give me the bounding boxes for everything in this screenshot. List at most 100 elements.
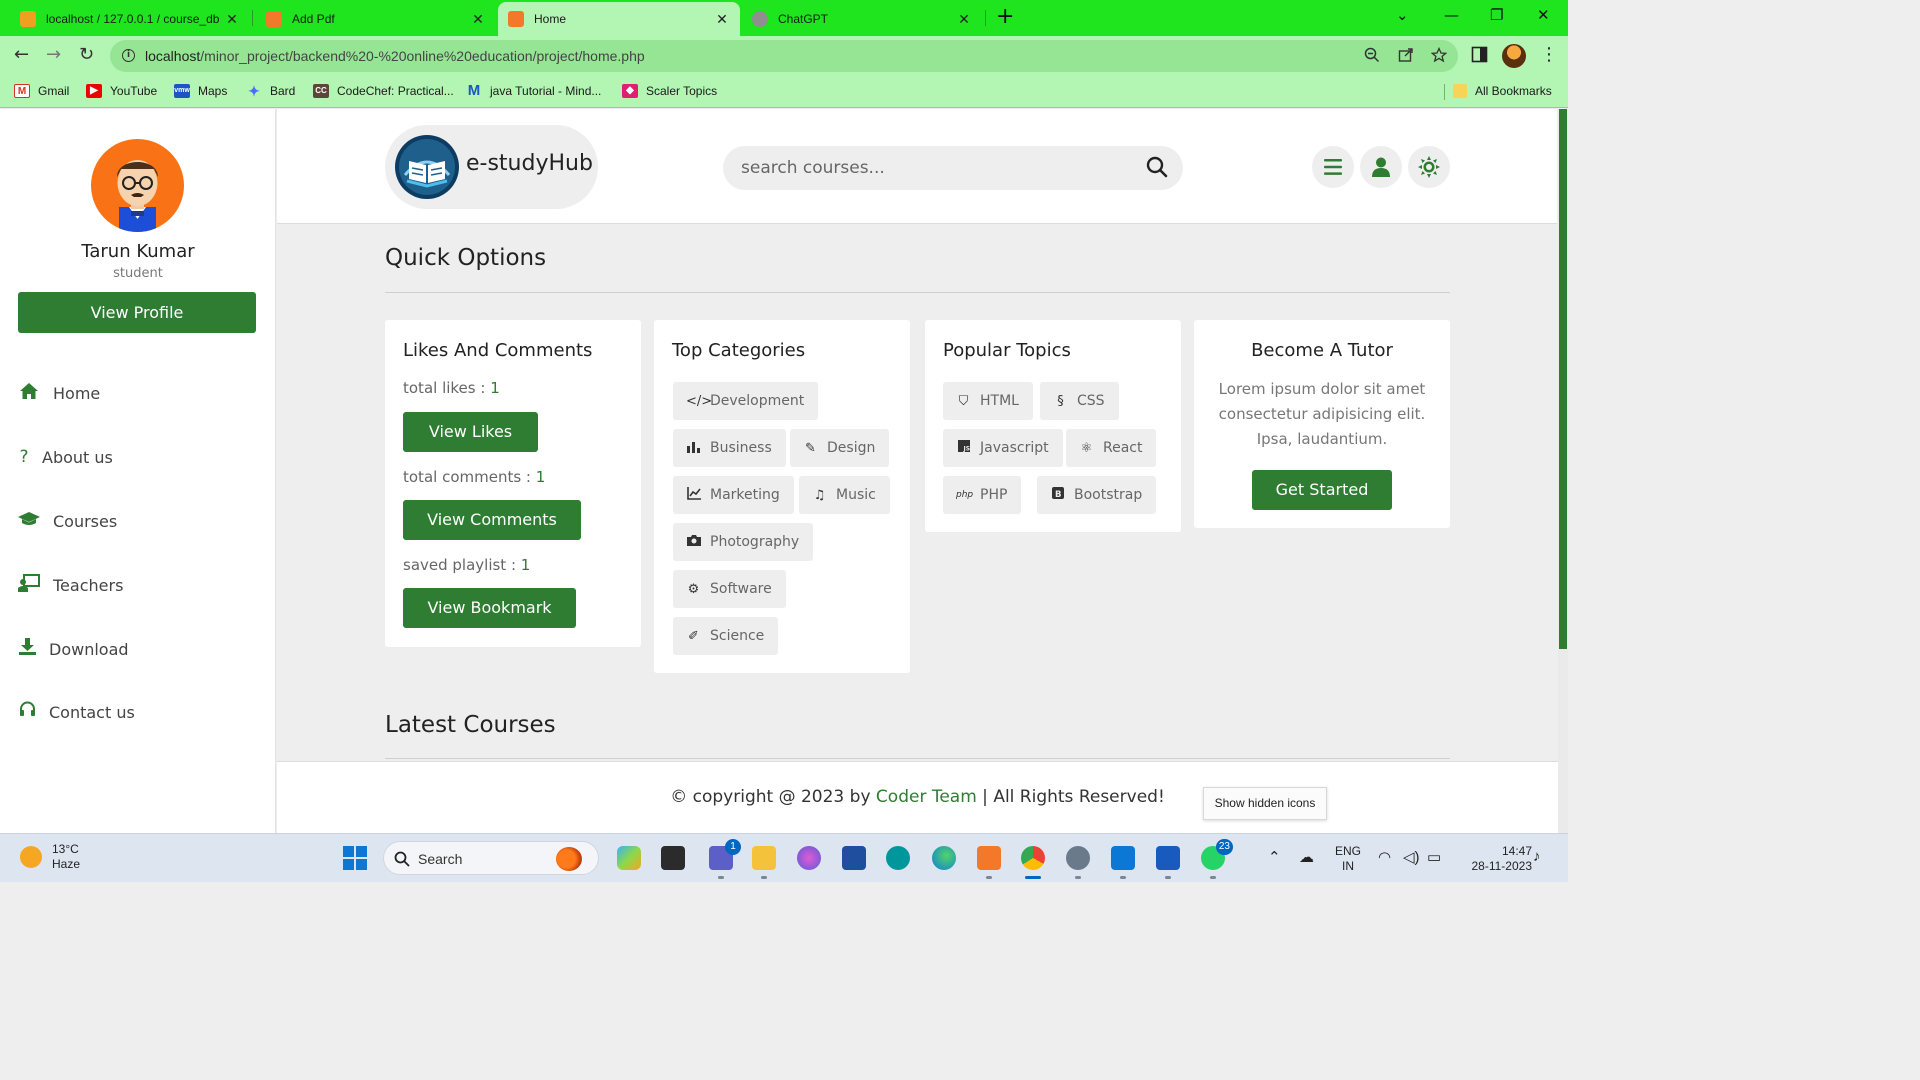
restore-icon[interactable]: ❐: [1490, 6, 1503, 24]
arduino-icon[interactable]: [886, 846, 910, 870]
taskbar-search[interactable]: Search: [383, 841, 599, 875]
sidebar-item-teachers[interactable]: Teachers: [18, 574, 123, 597]
bookmark-bard[interactable]: ✦ Bard: [246, 84, 295, 98]
minimize-icon[interactable]: —: [1444, 6, 1459, 24]
bookmark-star-icon[interactable]: [1431, 47, 1447, 63]
bookmark-gmail[interactable]: M Gmail: [14, 84, 69, 98]
share-icon[interactable]: [1398, 47, 1414, 63]
tab-search-chevron-icon[interactable]: ⌄: [1396, 6, 1409, 24]
view-likes-button[interactable]: View Likes: [403, 412, 538, 452]
url-text[interactable]: localhost/minor_project/backend%20-%20on…: [145, 48, 645, 64]
profile-avatar-icon[interactable]: [1502, 44, 1526, 68]
onedrive-cloud-icon[interactable]: ☁: [1299, 848, 1314, 866]
show-hidden-icons-chevron[interactable]: ⌃: [1268, 848, 1281, 866]
vscode-icon[interactable]: [1111, 846, 1135, 879]
app-icon[interactable]: [797, 846, 821, 870]
sidebar-item-courses[interactable]: Courses: [18, 511, 117, 532]
settings-icon[interactable]: [1066, 846, 1090, 879]
copilot-icon[interactable]: [617, 846, 641, 870]
language-indicator[interactable]: ENG IN: [1333, 844, 1363, 874]
scaler-icon: ◆: [622, 84, 638, 98]
topic-javascript[interactable]: JS Javascript: [943, 429, 1063, 467]
side-panel-icon[interactable]: [1471, 46, 1488, 63]
word-icon[interactable]: [1156, 846, 1180, 879]
wifi-icon[interactable]: ◠: [1378, 848, 1391, 866]
topic-react[interactable]: ⚛ React: [1066, 429, 1157, 467]
close-icon[interactable]: ✕: [224, 11, 240, 28]
page-scrollbar[interactable]: [1558, 109, 1568, 833]
close-icon[interactable]: ✕: [956, 11, 972, 28]
category-design[interactable]: ✎ Design: [790, 429, 890, 467]
category-marketing[interactable]: Marketing: [673, 476, 794, 514]
window-close-icon[interactable]: ✕: [1537, 6, 1550, 24]
all-bookmarks[interactable]: All Bookmarks: [1453, 84, 1552, 98]
comments-count: 1: [535, 468, 546, 486]
likes-comments-card: Likes And Comments total likes : 1 View …: [385, 320, 641, 647]
close-icon[interactable]: ✕: [470, 11, 486, 28]
forward-icon[interactable]: →: [46, 45, 61, 65]
search-icon[interactable]: [1145, 155, 1169, 179]
bookmark-youtube[interactable]: ▶ YouTube: [86, 84, 157, 98]
tab-add-pdf[interactable]: Add Pdf ✕: [256, 2, 496, 36]
terminal-icon[interactable]: [661, 846, 685, 870]
card-title: Likes And Comments: [403, 340, 593, 361]
search-input[interactable]: search courses...: [723, 146, 1183, 190]
volume-icon[interactable]: ◁): [1403, 848, 1420, 866]
css3-icon: §: [1057, 393, 1064, 409]
topic-bootstrap[interactable]: B Bootstrap: [1037, 476, 1157, 514]
whatsapp-icon[interactable]: 23: [1201, 839, 1233, 879]
category-software[interactable]: ⚙ Software: [673, 570, 786, 608]
site-logo[interactable]: e-studyHub: [385, 125, 598, 209]
address-bar[interactable]: i localhost/minor_project/backend%20-%20…: [110, 40, 1458, 72]
teams-icon[interactable]: 1: [709, 839, 741, 879]
bookmark-scaler[interactable]: ◆ Scaler Topics: [622, 84, 717, 98]
reload-icon[interactable]: ↻: [79, 45, 94, 65]
back-icon[interactable]: ←: [14, 45, 29, 65]
windows-start-icon[interactable]: [343, 846, 367, 870]
sidebar-item-home[interactable]: Home: [18, 383, 100, 404]
view-profile-button[interactable]: View Profile: [18, 292, 256, 333]
footer: © copyright @ 2023 by Coder Team | All R…: [277, 761, 1558, 833]
bookmark-maps[interactable]: vmw Maps: [174, 84, 227, 98]
user-icon: [1372, 157, 1390, 177]
get-started-button[interactable]: Get Started: [1252, 470, 1392, 510]
new-tab-button[interactable]: +: [996, 6, 1014, 28]
category-music[interactable]: ♫ Music: [799, 476, 890, 514]
notifications-bell-icon[interactable]: ♪: [1533, 848, 1541, 865]
user-button[interactable]: [1360, 146, 1402, 188]
category-science[interactable]: ✐ Science: [673, 617, 779, 655]
category-photography[interactable]: Photography: [673, 523, 814, 561]
view-comments-button[interactable]: View Comments: [403, 500, 581, 540]
topic-html[interactable]: ⛉ HTML: [943, 382, 1033, 420]
clock[interactable]: 14:47 28-11-2023: [1452, 844, 1533, 874]
xampp-icon[interactable]: [977, 846, 1001, 879]
zoom-icon[interactable]: [1364, 47, 1380, 63]
sidebar-item-download[interactable]: Download: [18, 638, 129, 660]
tab-chatgpt[interactable]: ChatGPT ✕: [742, 2, 982, 36]
close-icon[interactable]: ✕: [714, 11, 730, 28]
menu-button[interactable]: [1312, 146, 1354, 188]
site-info-icon[interactable]: i: [122, 49, 135, 62]
topic-php[interactable]: php PHP: [943, 476, 1022, 514]
category-business[interactable]: Business: [673, 429, 786, 467]
tab-home[interactable]: Home ✕: [498, 2, 740, 36]
chrome-icon[interactable]: [1021, 846, 1045, 879]
weather-widget[interactable]: 13°C Haze: [20, 842, 80, 872]
bookmark-codechef[interactable]: CC CodeChef: Practical...: [313, 84, 454, 98]
sidebar-item-contact[interactable]: Contact us: [18, 701, 135, 723]
tab-phpmyadmin[interactable]: localhost / 127.0.0.1 / course_db ✕: [10, 2, 250, 36]
file-explorer-icon[interactable]: [752, 846, 776, 879]
topic-css[interactable]: § CSS: [1040, 382, 1119, 420]
team-link[interactable]: Coder Team: [876, 787, 977, 807]
kebab-menu-icon[interactable]: ⋮: [1540, 44, 1558, 65]
theme-toggle-button[interactable]: [1408, 146, 1450, 188]
category-development[interactable]: </> Development: [673, 382, 819, 420]
scrollbar-thumb[interactable]: [1559, 109, 1567, 649]
bookmark-java-tutorial[interactable]: Mjava Tutorial - Mind...: [466, 83, 602, 98]
sidebar-item-about[interactable]: ? About us: [18, 447, 112, 467]
view-bookmark-button[interactable]: View Bookmark: [403, 588, 576, 628]
edge-icon[interactable]: [932, 846, 956, 870]
microsoft-store-icon[interactable]: [842, 846, 866, 870]
battery-icon[interactable]: ▭: [1427, 848, 1441, 866]
search-highlight-icon: [556, 847, 582, 871]
